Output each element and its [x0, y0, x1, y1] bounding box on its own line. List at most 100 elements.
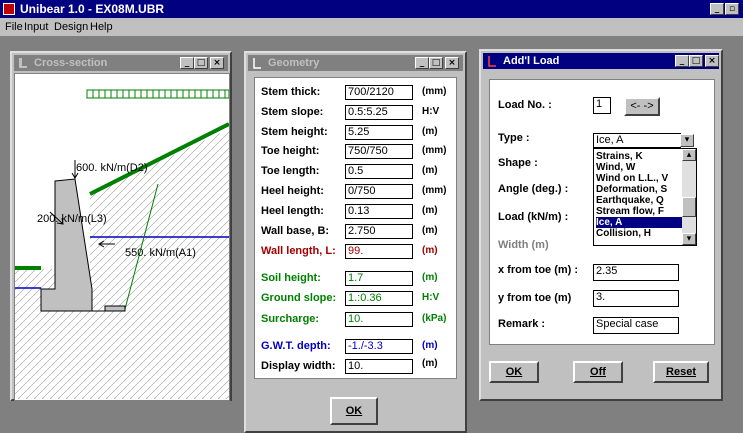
shape-label: Shape :	[498, 157, 538, 169]
type-label: Type :	[498, 132, 530, 144]
menu-help[interactable]: Help	[90, 21, 113, 33]
wall-icon	[488, 56, 496, 67]
wall-icon	[253, 58, 261, 69]
gwt-depth-field[interactable]: -1./-3.3	[345, 339, 413, 354]
stem-height-unit: (m)	[422, 126, 438, 137]
type-option[interactable]: Wind on L.L., V	[596, 173, 668, 184]
load-label-d2: 600. kN/m(D2)	[76, 162, 148, 174]
y-from-toe-field[interactable]: 3.	[593, 290, 679, 307]
type-dropdown-list[interactable]: Strains, K Wind, W Wind on L.L., V Defor…	[593, 148, 697, 246]
toe-height-unit: (mm)	[422, 145, 447, 156]
restore-icon[interactable]: ▫	[725, 3, 739, 15]
wall-base-field[interactable]: 2.750	[345, 224, 413, 239]
soil-height-unit: (m)	[422, 272, 438, 283]
stem-slope-field[interactable]: 0.5:5.25	[345, 105, 413, 120]
type-option[interactable]: Strains, K	[596, 151, 643, 162]
stem-thick-label: Stem thick:	[261, 86, 321, 98]
toe-length-field[interactable]: 0.5	[345, 164, 413, 179]
addl-load-form: Load No. : 1 <- -> Type : Ice, A ▾ Shape…	[489, 79, 715, 345]
heel-length-field[interactable]: 0.13	[345, 204, 413, 219]
display-width-label: Display width:	[261, 360, 336, 372]
surcharge-field[interactable]: 10.	[345, 312, 413, 327]
stem-slope-label: Stem slope:	[261, 106, 324, 118]
heel-length-unit: (m)	[422, 205, 438, 216]
next-load-button[interactable]: ->	[644, 100, 654, 112]
menu-bar: File Input Design Help	[0, 18, 743, 37]
soil-height-label: Soil height:	[261, 272, 321, 284]
remark-field[interactable]: Special case	[593, 317, 679, 334]
close-icon[interactable]: ×	[445, 57, 459, 69]
maximize-icon[interactable]: □	[429, 57, 443, 69]
heel-height-label: Heel height:	[261, 185, 324, 197]
x-from-toe-label: x from toe (m) :	[498, 264, 579, 276]
toe-length-unit: (m)	[422, 165, 438, 176]
geometry-window: Geometry _ □ × Stem thick: 700/2120 (mm)…	[244, 51, 467, 433]
addl-load-off-button[interactable]: Off	[573, 361, 623, 383]
minimize-icon[interactable]: _	[180, 57, 194, 69]
cross-section-canvas[interactable]: 600. kN/m(D2) 200. kN/m(L3) 550. kN/m(A1…	[14, 73, 230, 401]
wall-base-label: Wall base, B:	[261, 225, 330, 237]
surcharge-unit: (kPa)	[422, 313, 447, 324]
wall-icon	[19, 58, 27, 68]
remark-label: Remark :	[498, 318, 546, 330]
app-titlebar: Unibear 1.0 - EX08M.UBR _ ▫	[0, 0, 743, 18]
display-width-unit: (m)	[422, 358, 438, 369]
stem-height-field[interactable]: 5.25	[345, 125, 413, 140]
menu-input[interactable]: Input	[24, 21, 48, 33]
toe-height-field[interactable]: 750/750	[345, 144, 413, 159]
load-label-a1: 550. kN/m(A1)	[125, 247, 196, 259]
type-option[interactable]: Collision, H	[596, 228, 651, 239]
addl-load-titlebar: Add'l Load _ □ ×	[483, 53, 719, 69]
type-option[interactable]: Earthquake, Q	[596, 195, 664, 206]
type-option[interactable]: Stream flow, F	[596, 206, 664, 217]
close-icon[interactable]: ×	[210, 57, 224, 69]
menu-file[interactable]: File	[5, 21, 23, 33]
gwt-depth-unit: (m)	[422, 340, 438, 351]
cross-section-titlebar: Cross-section _ □ ×	[14, 55, 228, 71]
prev-load-button[interactable]: <-	[630, 100, 640, 112]
ground-slope-label: Ground slope:	[261, 292, 337, 304]
load-nav-buttons: <- ->	[624, 97, 660, 116]
geometry-ok-button[interactable]: OK	[330, 397, 378, 425]
toe-height-label: Toe height:	[261, 145, 320, 157]
close-icon[interactable]: ×	[705, 55, 719, 67]
type-select[interactable]: Ice, A	[593, 133, 681, 148]
stem-thick-field[interactable]: 700/2120	[345, 85, 413, 100]
ground-slope-field[interactable]: 1.:0.36	[345, 291, 413, 306]
load-no-label: Load No. :	[498, 99, 552, 111]
minimize-icon[interactable]: _	[675, 55, 689, 67]
load-no-field[interactable]: 1	[593, 97, 611, 114]
dropdown-scrollbar[interactable]: ▴ ▾	[682, 149, 696, 245]
stem-height-label: Stem height:	[261, 126, 328, 138]
addl-load-window: Add'l Load _ □ × Load No. : 1 <- -> Type…	[479, 49, 723, 401]
scroll-thumb[interactable]	[682, 197, 696, 217]
scroll-up-icon[interactable]: ▴	[682, 149, 696, 161]
toe-length-label: Toe length:	[261, 165, 320, 177]
wall-length-field[interactable]: 99.	[345, 244, 413, 259]
scroll-down-icon[interactable]: ▾	[682, 233, 696, 245]
minimize-icon[interactable]: _	[710, 3, 724, 15]
addl-load-reset-button[interactable]: Reset	[653, 361, 709, 383]
type-option[interactable]: Deformation, S	[596, 184, 667, 195]
menu-design[interactable]: Design	[54, 21, 88, 33]
cross-section-title: Cross-section	[34, 57, 108, 69]
heel-height-field[interactable]: 0/750	[345, 184, 413, 199]
maximize-icon[interactable]: □	[194, 57, 208, 69]
cross-section-drawing: 600. kN/m(D2) 200. kN/m(L3) 550. kN/m(A1…	[15, 89, 229, 399]
type-option[interactable]: Wind, W	[596, 162, 635, 173]
soil-height-field[interactable]: 1.7	[345, 271, 413, 286]
x-from-toe-field[interactable]: 2.35	[593, 264, 679, 281]
type-option-selected[interactable]: Ice, A	[596, 217, 682, 228]
minimize-icon[interactable]: _	[415, 57, 429, 69]
surcharge-strip	[86, 89, 229, 99]
geometry-form: Stem thick: 700/2120 (mm) Stem slope: 0.…	[254, 77, 457, 379]
addl-load-ok-button[interactable]: OK	[489, 361, 539, 383]
heel-length-label: Heel length:	[261, 205, 324, 217]
load-kn-label: Load (kN/m) :	[498, 211, 569, 223]
maximize-icon[interactable]: □	[689, 55, 703, 67]
chevron-down-icon[interactable]: ▾	[680, 134, 694, 147]
geometry-title: Geometry	[268, 57, 320, 69]
app-icon	[3, 3, 15, 15]
wall-length-unit: (m)	[422, 245, 438, 256]
display-width-field[interactable]: 10.	[345, 359, 413, 374]
